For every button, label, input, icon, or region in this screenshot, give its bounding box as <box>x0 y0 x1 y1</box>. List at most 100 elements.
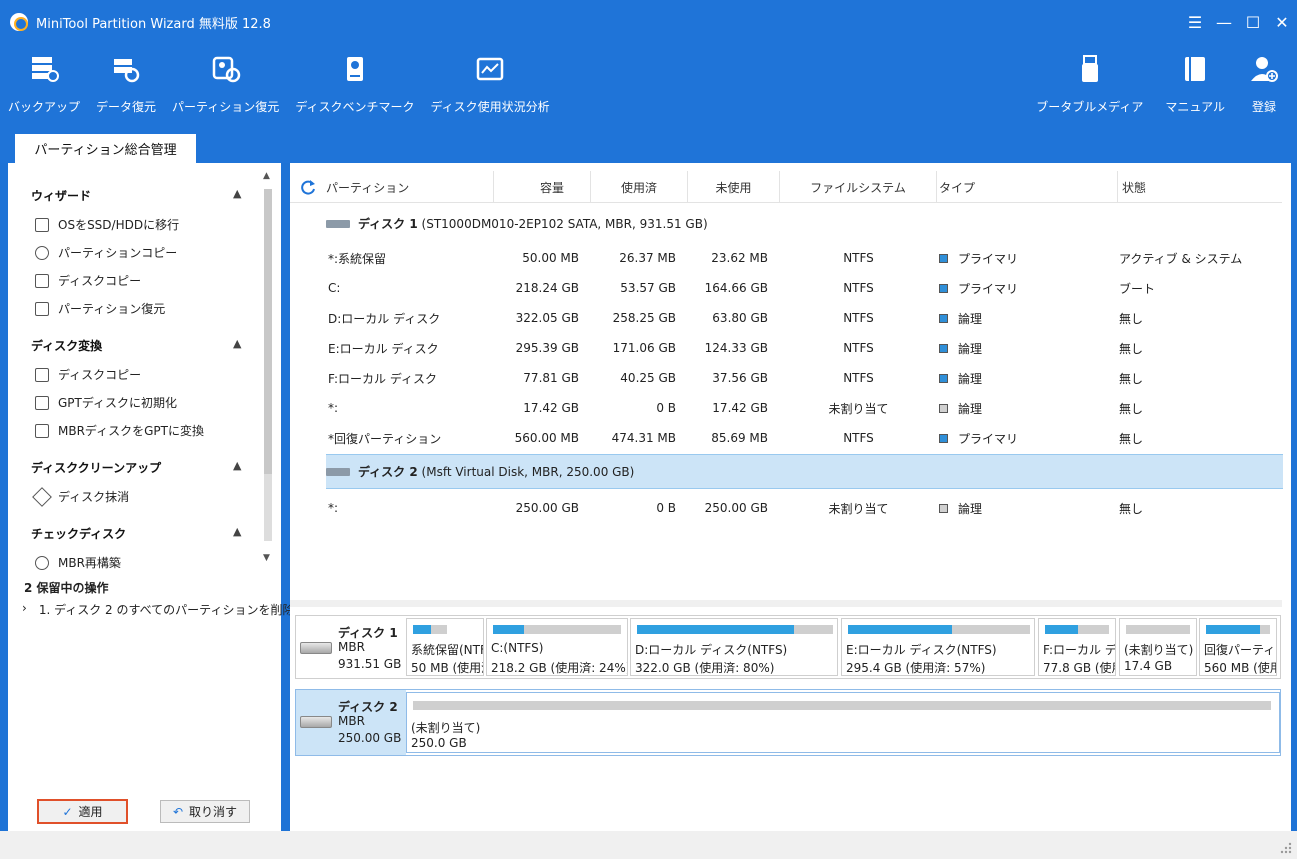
chevron-right-icon[interactable]: › <box>22 601 27 618</box>
cell-type: 論理 <box>939 303 982 333</box>
partition-block[interactable]: 系統保留(NTFS) 50 MB (使用済: 53%) <box>406 618 484 676</box>
column-header-unused[interactable]: 未使用 <box>688 171 780 203</box>
resize-grip-icon[interactable] <box>1279 841 1293 855</box>
mbr-to-gpt-icon <box>35 423 49 438</box>
usage-fill <box>1045 625 1079 634</box>
cell-used: 171.06 GB <box>612 341 676 355</box>
scroll-thumb[interactable] <box>264 189 272 474</box>
sidebar-item-mbr-to-gpt[interactable]: MBRディスクをGPTに変換 <box>35 422 204 439</box>
sidebar-item-copy-disk-2[interactable]: ディスクコピー <box>35 366 141 383</box>
cell-status: 無し <box>1119 311 1144 326</box>
table-row[interactable]: F:ローカル ディスク 77.81 GB 40.25 GB 37.56 GB N… <box>290 363 1282 393</box>
migrate-os-icon <box>35 217 49 232</box>
disk-row-disk-1[interactable]: ディスク 1 (ST1000DM010-2EP102 SATA, MBR, 93… <box>326 206 1283 241</box>
toolbar-data-recovery-button[interactable]: データ復元 <box>88 52 164 122</box>
partition-block-detail: 560 MB (使用済: 85%) <box>1204 661 1276 675</box>
scroll-down-icon[interactable]: ▼ <box>263 553 270 563</box>
cell-type-label: プライマリ <box>958 251 1019 266</box>
partition-block[interactable]: D:ローカル ディスク(NTFS) 322.0 GB (使用済: 80%) <box>630 618 838 676</box>
diskmap-disk-type: MBR <box>338 640 365 654</box>
sidebar-item-migrate-os[interactable]: OSをSSD/HDDに移行 <box>35 216 179 233</box>
cell-type: プライマリ <box>939 243 1018 273</box>
column-header-used[interactable]: 使用済 <box>591 171 688 203</box>
table-row[interactable]: *:系統保留 50.00 MB 26.37 MB 23.62 MB NTFS プ… <box>290 243 1282 273</box>
collapse-check-disk-icon[interactable]: ▲ <box>233 525 241 538</box>
cell-filesystem: 未割り当て <box>828 401 889 416</box>
toolbar-disk-benchmark-button[interactable]: ディスクベンチマーク <box>287 52 422 122</box>
toolbar-bootable-media-button[interactable]: ブータブルメディア <box>1028 52 1151 122</box>
column-header-partition[interactable]: パーティション <box>326 171 494 203</box>
partition-grid-header: パーティション 容量 使用済 未使用 ファイルシステム タイプ 状態 <box>290 171 1282 203</box>
toolbar-register-button[interactable]: 登録 <box>1239 52 1297 122</box>
table-row[interactable]: *回復パーティション 560.00 MB 474.31 MB 85.69 MB … <box>290 423 1282 453</box>
partition-block[interactable]: 回復パーティション(NTFS) 560 MB (使用済: 85%) <box>1199 618 1277 676</box>
usage-fill <box>848 625 952 634</box>
partition-block[interactable]: C:(NTFS) 218.2 GB (使用済: 24%) <box>486 618 628 676</box>
table-row[interactable]: *: 17.42 GB 0 B 17.42 GB 未割り当て 論理 無し <box>290 393 1282 423</box>
partition-block-name: C:(NTFS) <box>491 641 544 655</box>
sidebar-item-wipe-disk[interactable]: ディスク抹消 <box>32 486 129 507</box>
disk-row-disk-2[interactable]: ディスク 2 (Msft Virtual Disk, MBR, 250.00 G… <box>326 454 1283 489</box>
section-title-check-disk: チェックディスク <box>31 527 127 541</box>
cell-unused: 85.69 MB <box>711 431 768 445</box>
sidebar-item-label: OSをSSD/HDDに移行 <box>58 218 180 232</box>
scroll-up-icon[interactable]: ▲ <box>263 171 270 181</box>
toolbar-manual-button[interactable]: マニュアル <box>1151 52 1239 122</box>
cell-filesystem: 未割り当て <box>828 501 889 516</box>
column-header-capacity[interactable]: 容量 <box>494 171 591 203</box>
table-row[interactable]: C: 218.24 GB 53.57 GB 164.66 GB NTFS プライ… <box>290 273 1282 303</box>
undo-button[interactable]: ↶ 取り消す <box>160 800 250 823</box>
toolbar-backup-button[interactable]: バックアップ <box>0 52 88 122</box>
sidebar-item-copy-disk[interactable]: ディスクコピー <box>35 272 141 289</box>
table-row[interactable]: D:ローカル ディスク 322.05 GB 258.25 GB 63.80 GB… <box>290 303 1282 333</box>
table-row[interactable]: *: 250.00 GB 0 B 250.00 GB 未割り当て 論理 無し <box>290 493 1282 523</box>
hard-disk-icon <box>326 467 350 476</box>
diskmap-disk-2[interactable]: ディスク 2 MBR 250.00 GB (未割り当て) 250.0 GB <box>295 689 1281 756</box>
init-gpt-icon <box>35 395 49 410</box>
sidebar-item-copy-partition[interactable]: パーティションコピー <box>35 244 177 261</box>
column-header-filesystem[interactable]: ファイルシステム <box>780 171 937 203</box>
cell-unused: 250.00 GB <box>704 501 768 515</box>
toolbar-partition-recovery-button[interactable]: パーティション復元 <box>164 52 287 122</box>
sidebar-item-label: ディスクコピー <box>58 274 142 288</box>
partition-block[interactable]: (未割り当て) 250.0 GB <box>406 692 1280 753</box>
collapse-convert-disk-icon[interactable]: ▲ <box>233 337 241 350</box>
partition-block[interactable]: (未割り当て) 17.4 GB <box>1119 618 1197 676</box>
collapse-disk-cleanup-icon[interactable]: ▲ <box>233 459 241 472</box>
minimize-button[interactable]: — <box>1210 8 1238 36</box>
partition-block-name: F:ローカル ディスク(NTFS) <box>1043 643 1116 657</box>
apply-button[interactable]: ✓ 適用 <box>37 799 128 824</box>
sidebar-item-label: MBR再構築 <box>58 556 121 570</box>
sidebar-scrollbar[interactable]: ▲ ▼ <box>260 169 276 569</box>
undo-icon: ↶ <box>172 804 184 819</box>
tab-partition-management[interactable]: パーティション総合管理 <box>15 134 196 163</box>
diskmap-disk-1[interactable]: ディスク 1 MBR 931.51 GB 系統保留(NTFS) 50 MB (使… <box>295 615 1281 679</box>
cell-unused: 63.80 GB <box>712 311 768 325</box>
partition-block[interactable]: E:ローカル ディスク(NTFS) 295.4 GB (使用済: 57%) <box>841 618 1035 676</box>
hard-disk-icon <box>300 716 332 728</box>
maximize-button[interactable]: ☐ <box>1239 8 1267 36</box>
column-header-status[interactable]: 状態 <box>1118 171 1282 203</box>
cell-partition: C: <box>328 281 341 295</box>
sidebar-item-partition-recovery[interactable]: パーティション復元 <box>35 300 165 317</box>
collapse-wizard-icon[interactable]: ▲ <box>233 187 241 200</box>
cell-partition: D:ローカル ディスク <box>328 311 441 326</box>
diskmap-disk-info: ディスク 2 MBR 250.00 GB <box>296 690 406 755</box>
sidebar-item-rebuild-mbr[interactable]: MBR再構築 <box>35 554 121 571</box>
menu-button[interactable]: ☰ <box>1181 8 1209 36</box>
cell-partition: E:ローカル ディスク <box>328 341 439 356</box>
partition-block-name: D:ローカル ディスク(NTFS) <box>635 643 788 657</box>
close-button[interactable]: ✕ <box>1268 8 1296 36</box>
copy-disk-icon <box>35 273 49 288</box>
partition-block[interactable]: F:ローカル ディスク(NTFS) 77.8 GB (使用済: 52%) <box>1038 618 1116 676</box>
eraser-icon <box>32 486 52 507</box>
panel-splitter[interactable] <box>290 600 1282 607</box>
sidebar-item-init-gpt[interactable]: GPTディスクに初期化 <box>35 394 177 411</box>
section-title-disk-cleanup: ディスククリーンアップ <box>31 461 162 475</box>
cell-type-label: プライマリ <box>958 281 1019 296</box>
table-row[interactable]: E:ローカル ディスク 295.39 GB 171.06 GB 124.33 G… <box>290 333 1282 363</box>
pending-operation-item[interactable]: › 1. ディスク 2 のすべてのパーティションを削除 <box>22 601 294 618</box>
toolbar-space-analyzer-button[interactable]: ディスク使用状況分析 <box>422 52 557 122</box>
main-panel: パーティション 容量 使用済 未使用 ファイルシステム タイプ 状態 ディスク … <box>290 163 1291 831</box>
column-header-type[interactable]: タイプ <box>937 171 1118 203</box>
